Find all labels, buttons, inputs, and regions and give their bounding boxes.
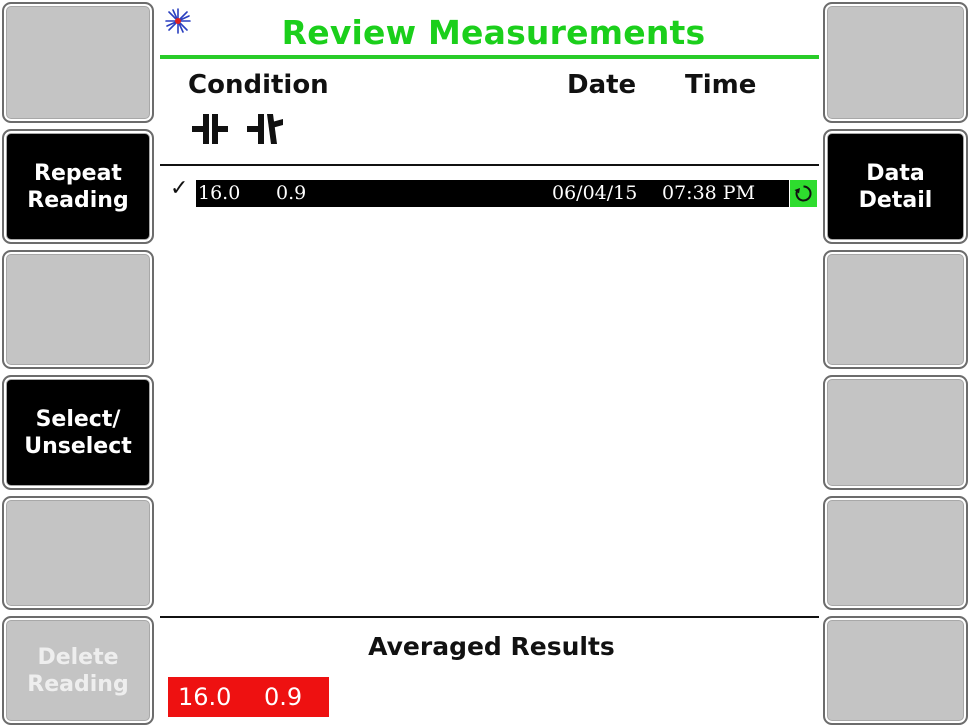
averaged-results-title: Averaged Results: [368, 632, 615, 661]
delete-reading-label-line2: Reading: [27, 671, 129, 697]
repeat-reading-label: Repeat Reading: [27, 160, 128, 214]
right-softkey-4[interactable]: [823, 375, 968, 490]
right-softkey-3[interactable]: [823, 250, 968, 369]
left-softkey-3[interactable]: [2, 250, 154, 369]
repeat-reading-label-line1: Repeat: [34, 160, 122, 186]
delete-reading-label-line1: Delete: [37, 644, 119, 670]
restore-cycle-icon[interactable]: [790, 180, 817, 207]
page-title: Review Measurements: [281, 13, 706, 52]
offset-value: 0.9: [276, 182, 307, 204]
right-softkey-6[interactable]: [823, 616, 968, 725]
measurement-date: 06/04/15: [552, 182, 638, 204]
measurement-row[interactable]: ✓ 16.0 0.9 06/04/15 07:38 PM: [160, 172, 819, 207]
select-unselect-label-line2: Unselect: [24, 433, 132, 459]
review-measurements-screen: Repeat Reading Select/ Unselect Delete R…: [0, 0, 969, 727]
repeat-reading-label-line2: Reading: [27, 187, 129, 213]
right-softkey-5[interactable]: [823, 496, 968, 610]
right-softkey-1[interactable]: [823, 2, 968, 123]
data-detail-button[interactable]: Data Detail: [823, 129, 968, 244]
delete-reading-label: Delete Reading: [27, 644, 128, 698]
measurement-time: 07:38 PM: [662, 182, 756, 204]
offset-misalignment-icon: [247, 114, 284, 144]
selected-check-icon: ✓: [170, 176, 189, 201]
left-softkey-5[interactable]: [2, 496, 154, 610]
angular-value: 16.0: [198, 182, 241, 204]
title-divider: [160, 55, 819, 59]
averaged-angular-value: 16.0: [178, 683, 232, 711]
select-unselect-label-line1: Select/: [35, 406, 121, 432]
averaged-results-box: 16.0 0.9: [168, 677, 329, 717]
data-detail-label-line2: Detail: [858, 187, 933, 213]
data-detail-label-line1: Data: [866, 160, 925, 186]
data-detail-label: Data Detail: [859, 160, 933, 214]
condition-icons: [192, 111, 297, 151]
measurement-row-bar[interactable]: 16.0 0.9 06/04/15 07:38 PM: [196, 180, 789, 207]
measurement-list: ✓ 16.0 0.9 06/04/15 07:38 PM: [160, 172, 819, 207]
left-softkey-1[interactable]: [2, 2, 154, 123]
time-column-header: Time: [685, 70, 757, 100]
measurements-panel: Review Measurements Condition Date Time: [160, 0, 819, 727]
title-bar: Review Measurements: [160, 0, 819, 60]
averaged-offset-value: 0.9: [264, 683, 303, 711]
footer-divider: [160, 616, 819, 618]
delete-reading-button[interactable]: Delete Reading: [2, 616, 154, 725]
select-unselect-label: Select/ Unselect: [24, 406, 132, 460]
header-divider: [160, 164, 819, 166]
select-unselect-button[interactable]: Select/ Unselect: [2, 375, 154, 490]
condition-column-header: Condition: [188, 70, 329, 100]
angular-misalignment-icon: [192, 114, 228, 144]
repeat-reading-button[interactable]: Repeat Reading: [2, 129, 154, 244]
date-column-header: Date: [567, 70, 637, 100]
